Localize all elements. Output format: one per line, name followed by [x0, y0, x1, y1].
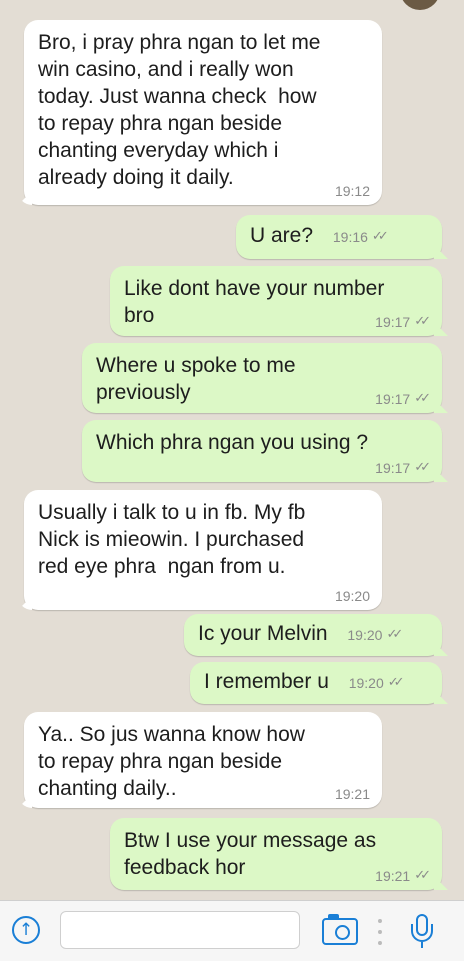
message-time: 19:12 — [334, 183, 370, 199]
message-time: 19:17 — [375, 314, 411, 330]
dots-divider-icon — [377, 919, 383, 945]
message-text: Bro, i pray phra ngan to let me win casi… — [38, 31, 321, 189]
message-time: 19:21 — [375, 868, 411, 884]
message-meta: 19:20 ✓✓ — [348, 675, 405, 691]
message-meta: 19:20 ✓✓ — [347, 627, 403, 643]
message-outgoing[interactable]: Ic your Melvin 19:20 ✓✓ — [184, 614, 442, 656]
message-incoming[interactable]: Bro, i pray phra ngan to let me win casi… — [24, 20, 382, 205]
message-meta: 19:17 ✓✓ — [375, 460, 431, 476]
message-input[interactable] — [60, 911, 300, 949]
message-outgoing[interactable]: Btw I use your message as feedback hor 1… — [110, 818, 442, 890]
double-check-icon: ✓✓ — [371, 229, 389, 244]
message-text: I remember u — [204, 670, 329, 693]
message-outgoing[interactable]: U are? 19:16 ✓✓ — [236, 215, 442, 259]
upload-arrow-icon[interactable]: ↑ — [12, 916, 40, 944]
message-text-content: Ic your Melvin — [198, 622, 328, 645]
message-incoming[interactable]: Ya.. So jus wanna know how to repay phra… — [24, 712, 382, 808]
message-meta: 19:20 — [335, 588, 370, 604]
message-meta: 19:12 — [335, 183, 370, 199]
double-check-icon: ✓✓ — [414, 391, 431, 406]
message-outgoing[interactable]: Which phra ngan you using ? 19:17 ✓✓ — [82, 420, 442, 482]
message-time: 19:16 — [332, 229, 368, 245]
message-input-bar: ↑ — [0, 900, 464, 961]
message-time: 19:20 — [347, 627, 383, 643]
message-text: U are? — [250, 224, 313, 247]
message-text-content: I remember u — [204, 670, 329, 693]
message-meta: 19:17 ✓✓ — [375, 391, 431, 407]
chat-thread: Bro, i pray phra ngan to let me win casi… — [0, 0, 464, 900]
message-outgoing[interactable]: I remember u 19:20 ✓✓ — [190, 662, 442, 704]
message-text: Ya.. So jus wanna know how to repay phra… — [38, 723, 305, 800]
message-text-content: U are? — [250, 224, 314, 247]
double-check-icon: ✓✓ — [414, 868, 431, 883]
message-time: 19:20 — [348, 675, 384, 691]
double-check-icon: ✓✓ — [387, 675, 405, 690]
double-check-icon: ✓✓ — [414, 314, 431, 329]
camera-icon[interactable] — [322, 914, 358, 945]
message-time: 19:20 — [334, 588, 370, 604]
microphone-icon[interactable] — [410, 914, 436, 950]
double-check-icon: ✓✓ — [386, 627, 403, 642]
message-text: Which phra ngan you using ? — [96, 431, 369, 454]
message-time: 19:21 — [334, 786, 370, 802]
double-check-icon: ✓✓ — [414, 460, 431, 475]
message-time: 19:17 — [375, 391, 411, 407]
message-outgoing[interactable]: Where u spoke to me previously 19:17 ✓✓ — [82, 343, 442, 413]
message-text: Usually i talk to u in fb. My fb Nick is… — [38, 501, 306, 578]
message-meta: 19:16 ✓✓ — [332, 229, 389, 245]
message-meta: 19:17 ✓✓ — [375, 314, 431, 330]
message-meta: 19:21 ✓✓ — [375, 868, 431, 884]
message-outgoing[interactable]: Like dont have your number bro 19:17 ✓✓ — [110, 266, 442, 336]
message-meta: 19:21 — [335, 786, 370, 802]
message-time: 19:17 — [375, 460, 411, 476]
contact-avatar[interactable] — [400, 0, 440, 10]
message-incoming[interactable]: Usually i talk to u in fb. My fb Nick is… — [24, 490, 382, 610]
message-text: Ic your Melvin — [198, 622, 328, 645]
